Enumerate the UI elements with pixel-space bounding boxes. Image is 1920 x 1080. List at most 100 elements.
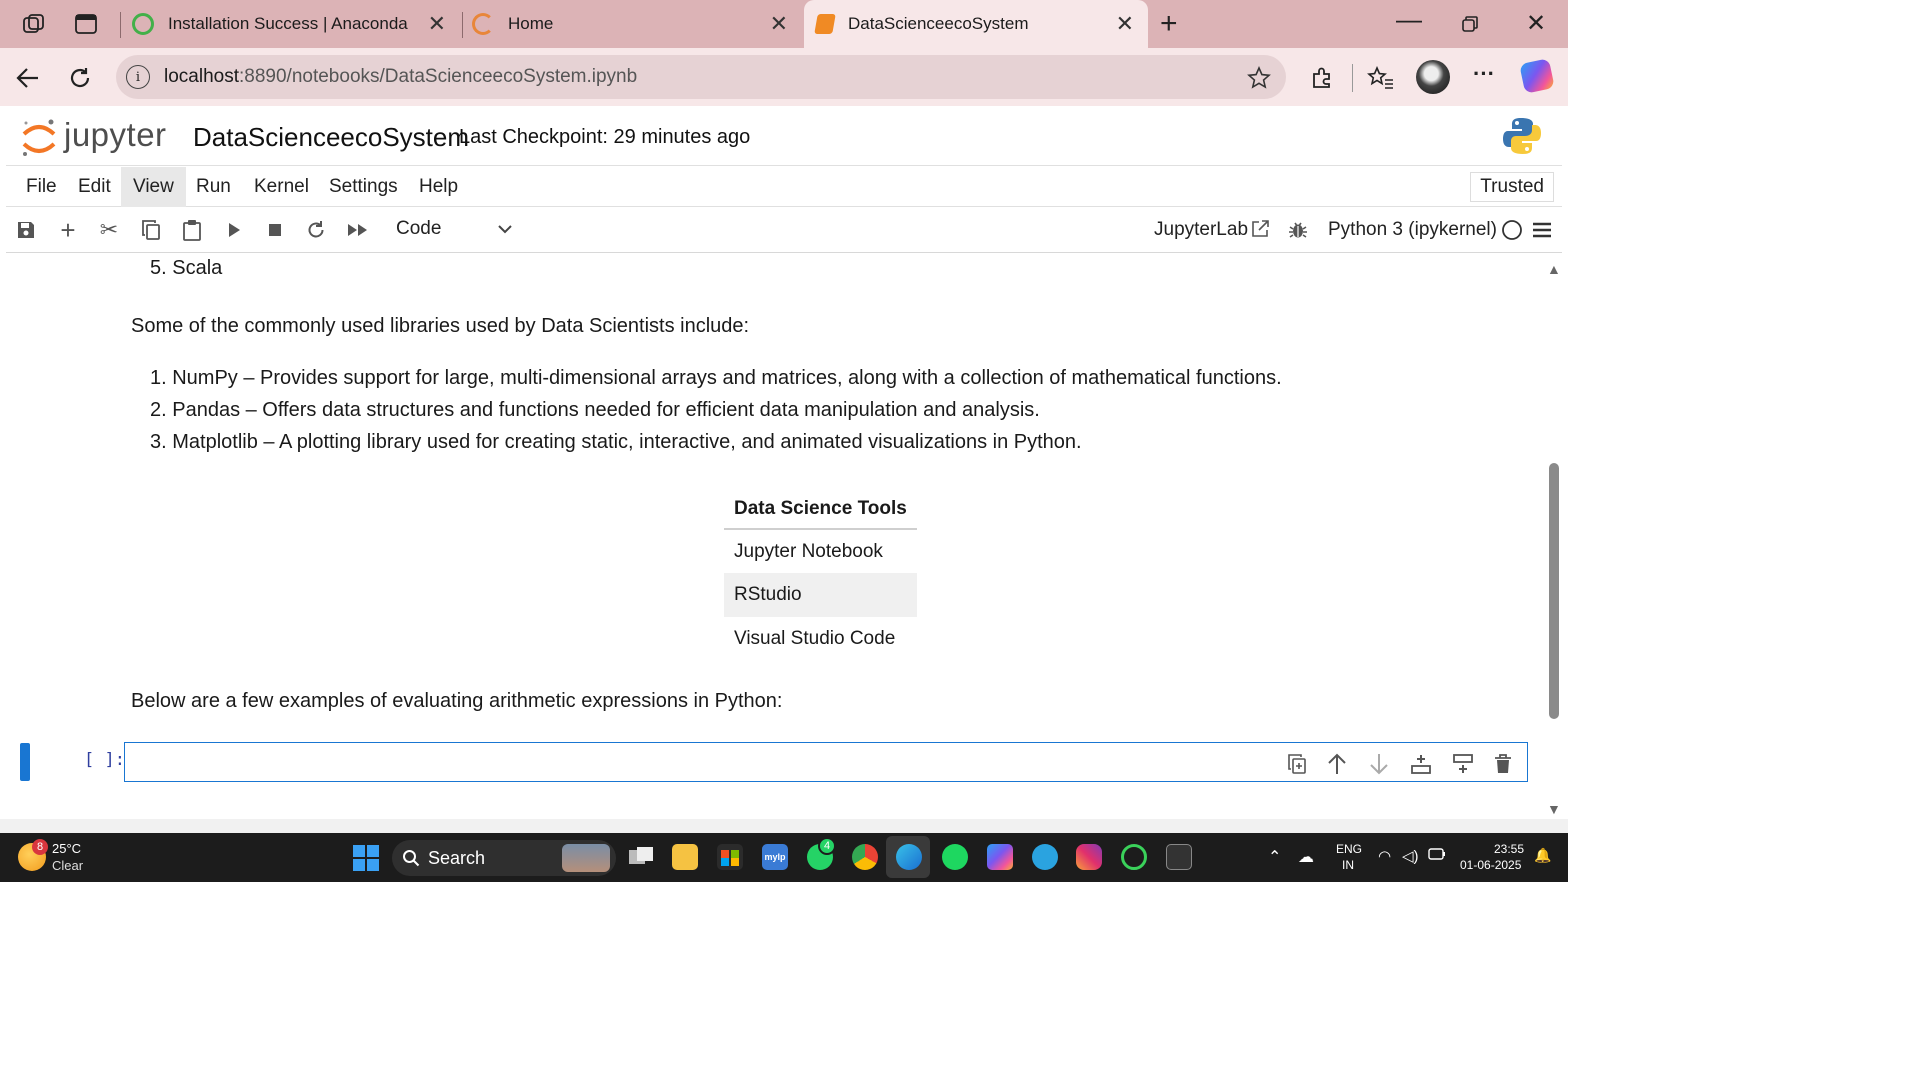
notebook-scrollbar[interactable]: ▲ ▼ [1546, 253, 1562, 833]
close-icon[interactable]: ✕ [770, 11, 788, 37]
code-cell[interactable]: [ ]: [16, 740, 1536, 784]
scroll-thumb[interactable] [1549, 463, 1559, 719]
file-explorer-icon[interactable] [672, 844, 698, 870]
terminal-icon[interactable] [1166, 844, 1192, 870]
tab-home[interactable]: Home ✕ [468, 0, 802, 48]
restore-icon[interactable] [1460, 14, 1480, 34]
menu-edit[interactable]: Edit [66, 167, 123, 207]
jupyterlab-link[interactable]: JupyterLab [1154, 219, 1248, 241]
copilot-app-icon[interactable] [987, 844, 1013, 870]
insert-above-icon[interactable] [1409, 752, 1433, 776]
menu-settings[interactable]: Settings [317, 167, 410, 207]
mylp-app-icon[interactable]: mylp [762, 844, 788, 870]
tab-title: DataScienceecoSystem [848, 14, 1029, 33]
favorite-star-icon[interactable] [1246, 65, 1272, 91]
cut-icon[interactable]: ✂ [97, 217, 121, 242]
kernel-name[interactable]: Python 3 (ipykernel) [1328, 219, 1497, 241]
vertical-tabs-icon[interactable] [72, 12, 100, 36]
save-icon[interactable] [14, 218, 38, 242]
onedrive-icon[interactable]: ☁ [1298, 847, 1314, 867]
menu-kernel[interactable]: Kernel [242, 167, 321, 207]
new-tab-icon[interactable]: + [1160, 7, 1178, 41]
clock-date[interactable]: 01-06-2025 [1460, 858, 1521, 872]
address-bar[interactable]: i localhost:8890/notebooks/DataScienceec… [116, 55, 1286, 99]
delete-cell-icon[interactable] [1491, 752, 1515, 776]
copilot-icon[interactable] [1519, 58, 1555, 94]
list-item: 3. Matplotlib – A plotting library used … [150, 431, 1082, 453]
tab-title: Home [508, 14, 554, 33]
close-icon[interactable]: ✕ [1116, 11, 1134, 37]
close-icon[interactable]: ✕ [428, 11, 446, 37]
weather-temperature[interactable]: 25°C [52, 841, 81, 856]
table-header: Data Science Tools [724, 489, 917, 530]
close-window-icon[interactable]: ✕ [1526, 9, 1546, 38]
trusted-indicator[interactable]: Trusted [1470, 172, 1554, 202]
workspaces-icon[interactable] [20, 12, 48, 36]
duplicate-cell-icon[interactable] [1285, 752, 1309, 776]
extensions-icon[interactable] [1308, 64, 1336, 92]
more-menu-icon[interactable]: ··· [1470, 60, 1498, 88]
url-text: localhost:8890/notebooks/DataScienceecoS… [164, 66, 638, 87]
copy-icon[interactable] [139, 218, 163, 242]
menu-run[interactable]: Run [184, 167, 243, 207]
region-indicator[interactable]: IN [1342, 858, 1354, 872]
notebook-title[interactable]: DataScienceecoSystem [193, 122, 469, 153]
external-link-icon[interactable] [1248, 217, 1272, 241]
jupyter-favicon-icon [472, 13, 494, 35]
show-hidden-icons-icon[interactable]: ⌃ [1268, 847, 1281, 867]
restart-kernel-icon[interactable] [304, 218, 328, 242]
search-label: Search [428, 848, 486, 868]
list-item: 1. NumPy – Provides support for large, m… [150, 367, 1282, 389]
scroll-up-icon[interactable]: ▲ [1547, 261, 1561, 277]
weather-condition[interactable]: Clear [52, 858, 83, 873]
jupyter-logo[interactable]: jupyter [20, 116, 170, 158]
run-icon[interactable] [222, 218, 246, 242]
taskbar-search[interactable]: Search [392, 840, 616, 876]
cell-type-select[interactable]: Code [396, 218, 441, 240]
tab-anaconda[interactable]: Installation Success | Anaconda ✕ [126, 0, 460, 48]
tab-datascienceecosystem[interactable]: DataScienceecoSystem ✕ [804, 0, 1148, 48]
move-up-icon[interactable] [1325, 752, 1349, 776]
clock-time[interactable]: 23:55 [1494, 842, 1524, 856]
back-icon[interactable] [14, 64, 42, 92]
start-windows-icon[interactable] [353, 845, 379, 871]
chrome-icon[interactable] [852, 844, 878, 870]
wifi-icon[interactable]: ◠ [1378, 847, 1391, 865]
python-logo-icon [1502, 116, 1542, 156]
insert-cell-icon[interactable]: + [56, 215, 80, 245]
code-editor-input[interactable] [124, 742, 1528, 782]
language-indicator[interactable]: ENG [1336, 842, 1362, 856]
stop-icon[interactable] [263, 218, 287, 242]
debugger-bug-icon[interactable] [1286, 218, 1310, 242]
paste-icon[interactable] [180, 218, 204, 242]
profile-avatar[interactable] [1416, 60, 1450, 94]
volume-icon[interactable]: ◁) [1402, 847, 1419, 865]
notifications-icon[interactable]: 🔔 [1534, 847, 1551, 864]
favorites-icon[interactable] [1366, 64, 1396, 92]
edge-icon[interactable] [896, 844, 922, 870]
refresh-icon[interactable] [66, 64, 94, 92]
scroll-down-icon[interactable]: ▼ [1547, 801, 1561, 817]
insert-below-icon[interactable] [1451, 752, 1475, 776]
instagram-icon[interactable] [1076, 844, 1102, 870]
move-down-icon[interactable] [1367, 752, 1391, 776]
site-info-icon[interactable]: i [126, 65, 150, 89]
spotify-icon[interactable] [942, 844, 968, 870]
anaconda-navigator-icon[interactable] [1121, 844, 1147, 870]
jupyter-wordmark: jupyter [64, 116, 167, 153]
menu-view[interactable]: View [121, 167, 186, 207]
menu-help[interactable]: Help [407, 167, 470, 207]
menu-file[interactable]: File [14, 167, 69, 207]
telegram-icon[interactable] [1032, 844, 1058, 870]
active-cell-indicator [20, 743, 30, 781]
microsoft-store-icon[interactable] [717, 844, 743, 870]
task-view-icon[interactable] [628, 844, 654, 870]
browser-address-row: i localhost:8890/notebooks/DataScienceec… [0, 48, 1568, 106]
restart-run-all-icon[interactable] [346, 218, 370, 242]
search-icon [402, 849, 420, 872]
minimize-icon[interactable]: — [1396, 4, 1422, 35]
anaconda-favicon-icon [132, 13, 154, 35]
hamburger-menu-icon[interactable] [1530, 218, 1554, 242]
chevron-down-icon[interactable] [498, 221, 512, 239]
battery-icon[interactable] [1428, 848, 1446, 863]
